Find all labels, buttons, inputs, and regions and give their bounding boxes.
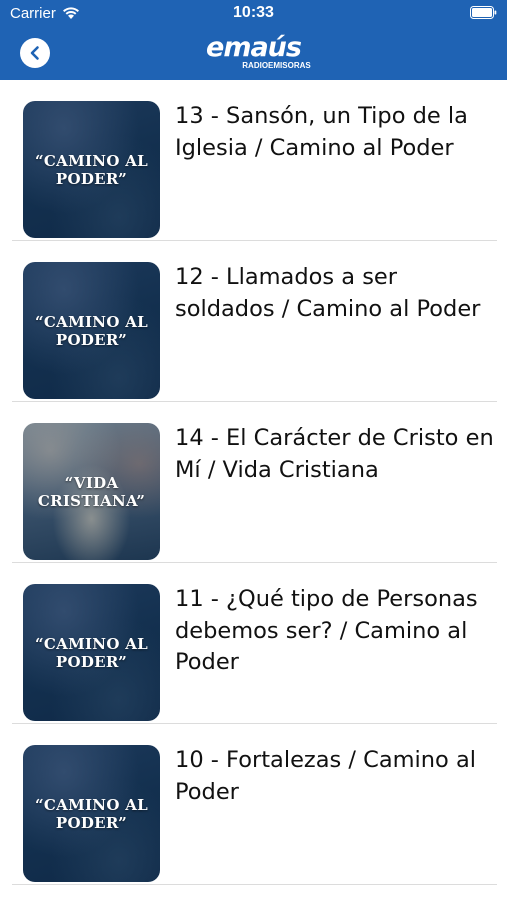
logo-subtitle: RADIOEMISORAS — [242, 61, 311, 70]
episode-thumbnail: “CAMINO AL PODER” — [23, 262, 160, 399]
list-item[interactable]: “CAMINO AL PODER” 10 - Fortalezas / Cami… — [0, 724, 507, 885]
list-item[interactable]: “CAMINO AL PODER” 13 - Sansón, un Tipo d… — [0, 80, 507, 241]
thumbnail-caption-line: “CAMINO AL — [34, 152, 148, 170]
episode-title: 10 - Fortalezas / Camino al Poder — [175, 747, 477, 805]
thumbnail-caption-line: “VIDA — [64, 474, 119, 492]
thumbnail-caption-line: “CAMINO AL — [34, 635, 148, 653]
divider — [12, 884, 497, 885]
list-item[interactable]: “CAMINO AL PODER” 12 - Llamados a ser so… — [0, 241, 507, 402]
thumbnail-caption: “VIDA CRISTIANA” — [23, 474, 160, 510]
thumbnail-caption-line: “CAMINO AL — [34, 313, 148, 331]
clock: 10:33 — [233, 4, 274, 21]
thumbnail-caption-line: “CAMINO AL — [34, 796, 148, 814]
episode-thumbnail: “VIDA CRISTIANA” — [23, 423, 160, 560]
battery-icon — [470, 6, 497, 19]
emaus-logo: emaús RADIOEMISORAS — [0, 34, 507, 70]
episode-thumbnail: “CAMINO AL PODER” — [23, 745, 160, 882]
thumbnail-caption-line: PODER” — [55, 653, 128, 671]
episode-thumbnail: “CAMINO AL PODER” — [23, 101, 160, 238]
episode-thumbnail: “CAMINO AL PODER” — [23, 584, 160, 721]
list-item[interactable]: “CAMINO AL PODER” 11 - ¿Qué tipo de Pers… — [0, 563, 507, 724]
thumbnail-caption-line: PODER” — [55, 331, 128, 349]
episode-title: 14 - El Carácter de Cristo en Mí / Vida … — [175, 425, 494, 483]
app-header: Carrier 10:33 emaús RADIOEMISORAS — [0, 0, 507, 80]
thumbnail-caption-line: PODER” — [55, 814, 128, 832]
episode-title: 11 - ¿Qué tipo de Personas debemos ser? … — [175, 586, 478, 675]
thumbnail-caption: “CAMINO AL PODER” — [23, 796, 160, 832]
status-bar: Carrier 10:33 — [0, 0, 507, 28]
episode-title: 12 - Llamados a ser soldados / Camino al… — [175, 264, 481, 322]
episode-title: 13 - Sansón, un Tipo de la Iglesia / Cam… — [175, 103, 468, 161]
thumbnail-caption-line: PODER” — [55, 170, 128, 188]
thumbnail-caption: “CAMINO AL PODER” — [23, 313, 160, 349]
thumbnail-caption: “CAMINO AL PODER” — [23, 635, 160, 671]
logo-wordmark: emaús — [206, 32, 302, 63]
episode-list: “CAMINO AL PODER” 13 - Sansón, un Tipo d… — [0, 80, 507, 885]
list-item[interactable]: “VIDA CRISTIANA” 14 - El Carácter de Cri… — [0, 402, 507, 563]
thumbnail-caption: “CAMINO AL PODER” — [23, 152, 160, 188]
thumbnail-caption-line: CRISTIANA” — [37, 492, 146, 510]
